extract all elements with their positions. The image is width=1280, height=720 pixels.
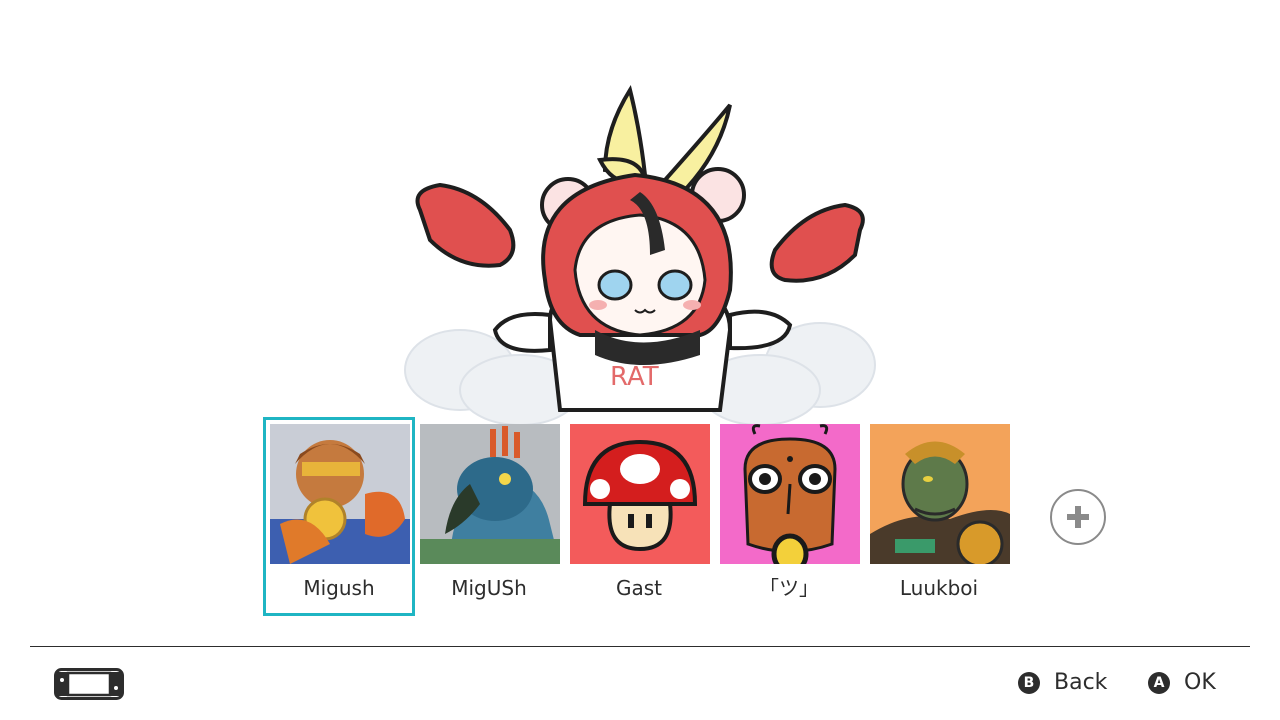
handheld-console-icon [54,668,124,704]
add-user-button[interactable] [1050,489,1106,545]
mushroom-avatar [570,424,710,564]
user-name: MigUSh [451,576,527,600]
back-label: Back [1054,670,1108,695]
plus-icon [1067,506,1089,528]
brawler-avatar [270,424,410,564]
footer-divider [30,646,1250,647]
user-card-migush[interactable]: Migush [263,417,416,616]
bird-warrior-avatar [420,424,560,564]
user-card-gast[interactable]: Gast [566,420,716,616]
user-list: Migush MigUSh Gast ｢ツ｣ Luukboi [263,417,1016,616]
user-card-migush-2[interactable]: MigUSh [416,420,566,616]
user-name: Gast [615,576,662,600]
armored-villain-avatar [870,424,1010,564]
user-name: ｢ツ｣ [769,576,809,600]
a-button-icon: A [1148,671,1170,694]
b-button-icon: B [1018,671,1040,694]
user-name: Luukboi [899,576,979,600]
ok-button[interactable]: A OK [1148,670,1216,695]
back-button[interactable]: B Back [1018,670,1107,695]
svg-text:RAT: RAT [610,362,659,392]
user-name: Migush [303,576,375,600]
user-card-luukboi[interactable]: Luukboi [866,420,1016,616]
user-card-tsu[interactable]: ｢ツ｣ [716,420,866,616]
face-avatar [720,424,860,564]
ok-label: OK [1184,670,1216,695]
selected-user-character-art: RAT [400,80,880,440]
